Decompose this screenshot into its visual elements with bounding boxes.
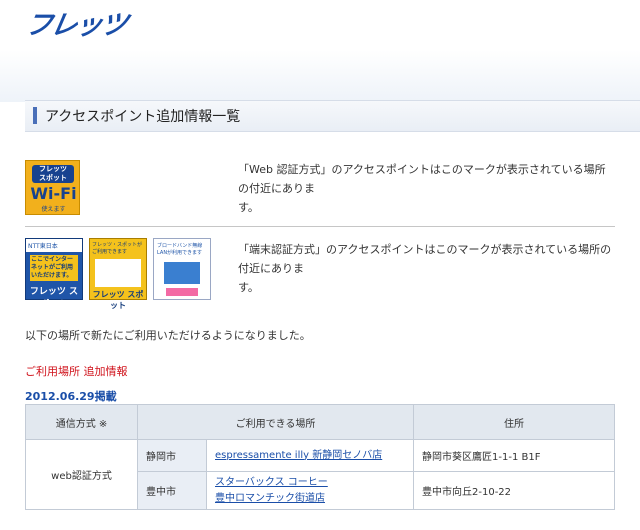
wifi-badge-top: フレッツ スポット [32, 165, 74, 183]
broadband-lan-sticker: ブロードバンド無線LANが利用できます [153, 238, 211, 300]
flets-spot-sticker-yellow: フレッツ・スポットがご利用できます フレッツ スポット [89, 238, 147, 310]
terminal-auth-description: 「端末認証方式」のアクセスポイントはこのマークが表示されている場所の付近にありま… [238, 243, 612, 294]
address-cell: 静岡市葵区鷹匠1-1-1 B1F [413, 439, 615, 472]
flets-spot-sticker-blue: NTT東日本 ここでインターネットがご利用いただけます。 フレッツ スポット [25, 238, 83, 310]
section-heading: ご利用場所 追加情報 [25, 365, 128, 378]
place-cell: スターバックス コーヒー 豊中ロマンチック街道店 [206, 471, 414, 510]
laptop-icon [95, 259, 141, 287]
place-cell: espressamente illy 新静岡セノバ店 [206, 439, 414, 472]
access-point-table: 通信方式 ※ ご利用できる場所 住所 web認証方式 静岡市 espressam… [25, 404, 615, 510]
flets-logo[interactable]: フレッツ [23, 3, 130, 42]
address-cell: 豊中市向丘2-10-22 [413, 471, 615, 510]
table-header-row: 通信方式 ※ ご利用できる場所 住所 [25, 404, 615, 440]
place-link[interactable]: 豊中ロマンチック街道店 [215, 491, 405, 507]
web-auth-description: 「Web 認証方式」のアクセスポイントはこのマークが表示されている場所の付近にあ… [238, 163, 606, 214]
section-divider [25, 226, 615, 227]
page-title: アクセスポイント追加情報一覧 [45, 109, 241, 125]
flets-spot-wifi-badge: フレッツ スポット Wi-Fi 使えます [25, 160, 80, 215]
title-accent-bar [33, 107, 37, 124]
place-link[interactable]: espressamente illy 新静岡セノバ店 [215, 448, 405, 464]
pink-label-icon [166, 288, 198, 296]
monitor-icon [164, 262, 200, 284]
site-header: フレッツ [0, 0, 640, 51]
page-title-bar: アクセスポイント追加情報一覧 [25, 100, 640, 132]
place-link[interactable]: スターバックス コーヒー [215, 475, 405, 491]
header-band [0, 50, 640, 102]
posted-date: 2012.06.29掲載 [25, 390, 117, 403]
header-place: ご利用できる場所 [137, 404, 414, 440]
method-cell: web認証方式 [25, 439, 138, 510]
city-cell: 豊中市 [137, 471, 207, 510]
wifi-badge-main: Wi-Fi [30, 184, 77, 203]
intro-text: 以下の場所で新たにご利用いただけるようになりました。 [25, 329, 311, 342]
city-cell: 静岡市 [137, 439, 207, 472]
header-method: 通信方式 ※ [25, 404, 138, 440]
table-row: web認証方式 静岡市 espressamente illy 新静岡セノバ店 静… [25, 439, 615, 510]
wifi-badge-sub: 使えます [41, 206, 66, 213]
header-address: 住所 [413, 404, 615, 440]
